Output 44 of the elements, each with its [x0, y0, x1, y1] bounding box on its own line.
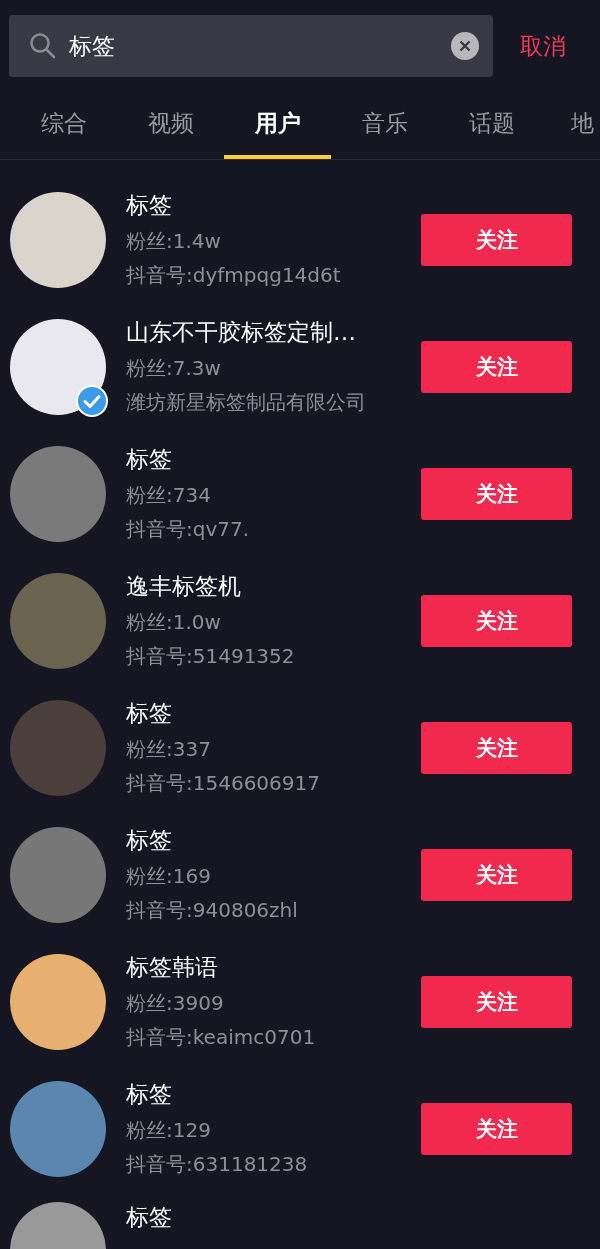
- follow-button[interactable]: 关注: [421, 721, 572, 774]
- follow-button[interactable]: 关注: [421, 1102, 572, 1155]
- user-name: 标签: [126, 191, 173, 220]
- follow-button[interactable]: 关注: [421, 340, 572, 393]
- follow-button[interactable]: 关注: [421, 467, 572, 520]
- follower-count: 粉丝:1.0w: [126, 609, 222, 636]
- follower-count: 粉丝:129: [126, 1117, 212, 1144]
- user-id: 抖音号:dyfmpqg14d6t: [126, 262, 342, 289]
- user-name: 标签: [126, 826, 173, 855]
- user-id: 抖音号:631181238: [126, 1151, 309, 1178]
- cancel-button[interactable]: 取消: [520, 30, 566, 62]
- follow-button[interactable]: 关注: [421, 975, 572, 1028]
- clear-icon[interactable]: [451, 32, 479, 60]
- follower-count: 粉丝:337: [126, 736, 212, 763]
- user-id: 抖音号:1546606917: [126, 770, 321, 797]
- user-id: 抖音号:940806zhl: [126, 897, 299, 924]
- follower-count: 粉丝:3909: [126, 990, 225, 1017]
- search-icon: [29, 32, 57, 60]
- user-id: 抖音号:51491352: [126, 643, 296, 670]
- follower-count: 粉丝:7.3w: [126, 355, 222, 382]
- user-name: 逸丰标签机: [126, 572, 242, 601]
- follower-count: 粉丝:734: [126, 482, 212, 509]
- follow-button[interactable]: 关注: [421, 213, 572, 266]
- search-query: 标签: [69, 31, 116, 61]
- user-name: 山东不干胶标签定制…: [126, 318, 357, 347]
- tab[interactable]: 视频: [117, 77, 224, 159]
- search-field[interactable]: 标签: [9, 15, 493, 77]
- follower-count: 粉丝:169: [126, 863, 212, 890]
- user-name: 标签: [126, 445, 173, 474]
- tab[interactable]: 综合: [10, 77, 117, 159]
- user-name: 标签: [126, 699, 173, 728]
- tab[interactable]: 地: [545, 77, 594, 159]
- tab[interactable]: 用户: [224, 77, 331, 159]
- follow-button[interactable]: 关注: [421, 848, 572, 901]
- user-id: 抖音号:qv77.: [126, 516, 251, 543]
- user-name: 标签: [126, 1080, 173, 1109]
- tab[interactable]: 话题: [438, 77, 545, 159]
- follow-button[interactable]: 关注: [421, 594, 572, 647]
- user-id: 潍坊新星标签制品有限公司: [126, 389, 367, 416]
- follower-count: 粉丝:1.4w: [126, 228, 222, 255]
- user-name: 标签韩语: [126, 953, 219, 982]
- user-id: 抖音号:keaimc0701: [126, 1024, 317, 1051]
- user-name: 标签: [126, 1203, 173, 1232]
- tab[interactable]: 音乐: [331, 77, 438, 159]
